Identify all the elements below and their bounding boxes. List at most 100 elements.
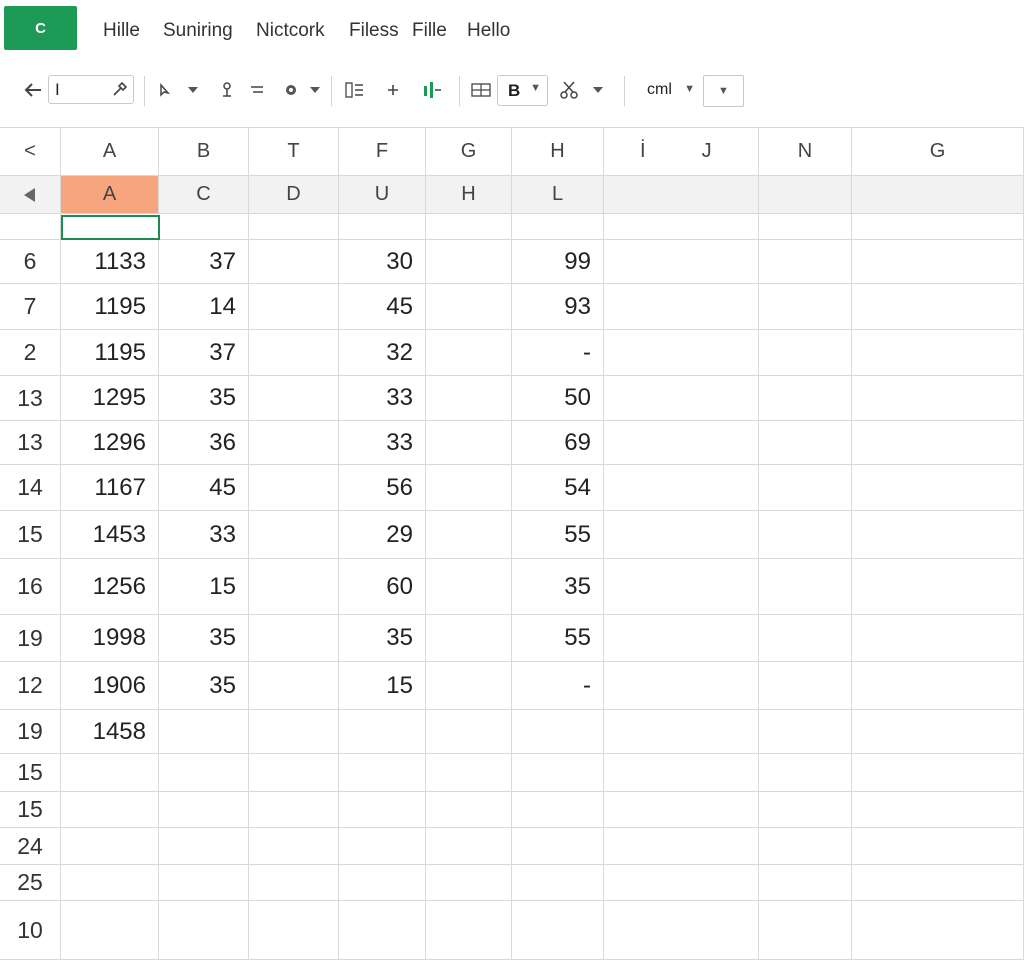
- menu-item-filess[interactable]: Filess: [349, 20, 399, 42]
- data-cell[interactable]: [852, 240, 1024, 283]
- data-cell[interactable]: 33: [339, 376, 426, 420]
- data-cell[interactable]: 69: [512, 421, 604, 464]
- data-cell[interactable]: 60: [339, 559, 426, 614]
- column-header[interactable]: T: [249, 128, 339, 175]
- data-cell[interactable]: [426, 710, 512, 753]
- data-cell[interactable]: [852, 662, 1024, 709]
- data-cell[interactable]: [759, 710, 852, 753]
- data-cell[interactable]: [61, 865, 159, 900]
- data-cell[interactable]: [426, 559, 512, 614]
- data-cell[interactable]: [426, 214, 512, 239]
- data-cell[interactable]: [759, 421, 852, 464]
- scissors-icon[interactable]: [556, 74, 582, 106]
- data-cell[interactable]: 1998: [61, 615, 159, 661]
- data-cell[interactable]: [426, 421, 512, 464]
- data-cell[interactable]: 14: [159, 284, 249, 329]
- data-cell[interactable]: [759, 792, 852, 827]
- data-cell[interactable]: [759, 240, 852, 283]
- data-cell[interactable]: [852, 511, 1024, 558]
- data-cell[interactable]: [339, 828, 426, 864]
- data-cell[interactable]: [249, 754, 339, 791]
- data-cell[interactable]: [249, 865, 339, 900]
- data-cell[interactable]: [604, 465, 759, 510]
- menu-item-hille[interactable]: Hille: [103, 20, 140, 42]
- data-cell[interactable]: [512, 754, 604, 791]
- font-style-dropdown[interactable]: B ▼: [497, 75, 548, 106]
- data-cell[interactable]: -: [512, 662, 604, 709]
- data-cell[interactable]: [852, 284, 1024, 329]
- data-cell[interactable]: [852, 615, 1024, 661]
- data-cell[interactable]: [339, 901, 426, 959]
- data-cell[interactable]: 45: [159, 465, 249, 510]
- data-cell[interactable]: [426, 865, 512, 900]
- column-header[interactable]: A: [61, 128, 159, 175]
- data-cell[interactable]: [159, 901, 249, 959]
- data-cell[interactable]: [852, 792, 1024, 827]
- data-cell[interactable]: 37: [159, 330, 249, 375]
- data-cell[interactable]: 54: [512, 465, 604, 510]
- data-cell[interactable]: [426, 828, 512, 864]
- data-cell[interactable]: [604, 214, 759, 239]
- align-icon[interactable]: [247, 74, 267, 106]
- data-cell[interactable]: [604, 376, 759, 420]
- data-cell[interactable]: [249, 240, 339, 283]
- spreadsheet-grid[interactable]: < A B T F G H İ J N G A C D U H L 6 1133 37 30 99 7 1195 14 45 93 2…: [0, 127, 1024, 961]
- data-cell[interactable]: [604, 240, 759, 283]
- sub-header-cell[interactable]: H: [426, 176, 512, 213]
- data-cell[interactable]: 1256: [61, 559, 159, 614]
- data-cell[interactable]: [604, 865, 759, 900]
- menu-item-fille[interactable]: Fille: [412, 20, 447, 42]
- data-cell[interactable]: 29: [339, 511, 426, 558]
- column-header[interactable]: G: [426, 128, 512, 175]
- cursor-icon[interactable]: [155, 74, 175, 106]
- data-cell[interactable]: [339, 865, 426, 900]
- data-cell[interactable]: [426, 330, 512, 375]
- data-cell[interactable]: [759, 865, 852, 900]
- data-cell[interactable]: [512, 865, 604, 900]
- sub-header-cell[interactable]: [852, 176, 1024, 213]
- sub-header-cell[interactable]: [604, 176, 759, 213]
- data-cell[interactable]: [852, 330, 1024, 375]
- data-cell[interactable]: [759, 901, 852, 959]
- data-cell[interactable]: [159, 754, 249, 791]
- data-cell[interactable]: -: [512, 330, 604, 375]
- data-cell[interactable]: [426, 511, 512, 558]
- data-cell[interactable]: [759, 828, 852, 864]
- data-cell[interactable]: [159, 710, 249, 753]
- data-cell[interactable]: [159, 214, 249, 239]
- chart-icon[interactable]: [419, 74, 445, 106]
- data-cell[interactable]: 93: [512, 284, 604, 329]
- data-cell[interactable]: [604, 754, 759, 791]
- data-cell[interactable]: [249, 376, 339, 420]
- scroll-left-button[interactable]: <: [0, 128, 61, 175]
- sub-header-cell[interactable]: U: [339, 176, 426, 213]
- data-cell[interactable]: [604, 421, 759, 464]
- name-box[interactable]: I: [48, 75, 134, 104]
- data-cell[interactable]: [852, 865, 1024, 900]
- data-cell[interactable]: [249, 284, 339, 329]
- data-cell[interactable]: 1458: [61, 710, 159, 753]
- data-cell[interactable]: 1195: [61, 330, 159, 375]
- data-cell[interactable]: [604, 330, 759, 375]
- list-icon[interactable]: [342, 74, 366, 106]
- data-cell[interactable]: [249, 511, 339, 558]
- data-cell[interactable]: [604, 901, 759, 959]
- column-header[interactable]: G: [852, 128, 1024, 175]
- data-cell[interactable]: [61, 828, 159, 864]
- eyedropper-icon[interactable]: [111, 80, 129, 103]
- data-cell[interactable]: [339, 214, 426, 239]
- data-cell[interactable]: 30: [339, 240, 426, 283]
- data-cell[interactable]: [159, 828, 249, 864]
- data-cell[interactable]: [426, 615, 512, 661]
- data-cell[interactable]: 36: [159, 421, 249, 464]
- data-cell[interactable]: 1295: [61, 376, 159, 420]
- data-cell[interactable]: 35: [159, 662, 249, 709]
- data-cell[interactable]: [759, 376, 852, 420]
- data-cell[interactable]: 1195: [61, 284, 159, 329]
- data-cell[interactable]: [61, 901, 159, 959]
- data-cell[interactable]: [604, 559, 759, 614]
- data-cell[interactable]: [759, 559, 852, 614]
- data-cell[interactable]: [249, 710, 339, 753]
- menu-item-nictcork[interactable]: Nictcork: [256, 20, 325, 42]
- chevron-down-icon[interactable]: [185, 74, 201, 106]
